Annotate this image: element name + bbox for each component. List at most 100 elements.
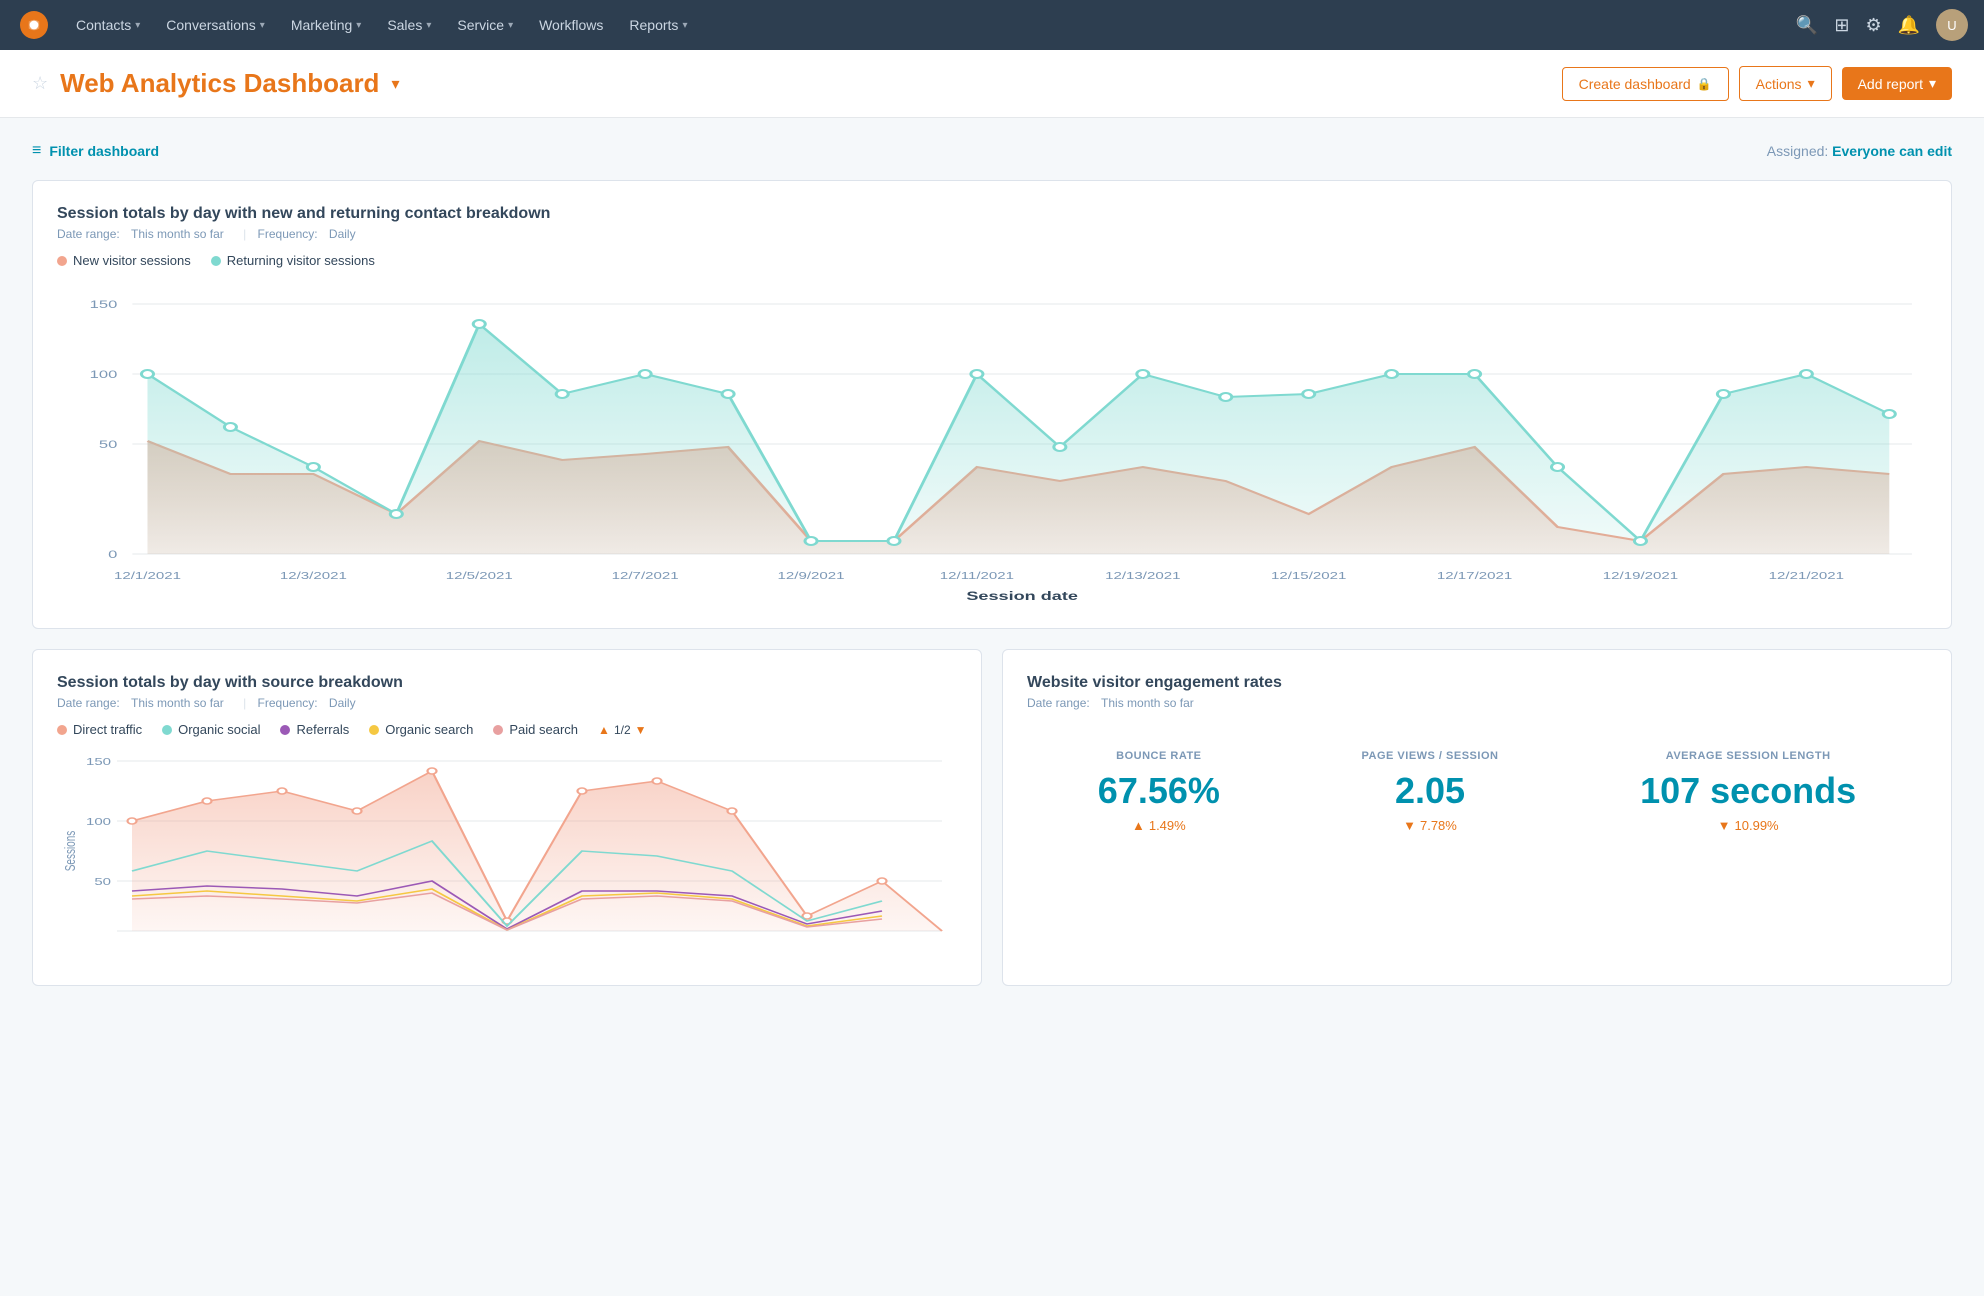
svg-text:12/15/2021: 12/15/2021 xyxy=(1271,570,1346,582)
chart1-svg: 150 100 50 0 xyxy=(57,284,1927,604)
metric-session-length: AVERAGE SESSION LENGTH 107 seconds ▼ 10.… xyxy=(1640,750,1856,833)
nav-right: 🔍 ⊞ ⚙ 🔔 U xyxy=(1796,9,1968,41)
svg-text:12/13/2021: 12/13/2021 xyxy=(1105,570,1180,582)
page-nav[interactable]: ▲ 1/2 ▼ xyxy=(598,723,646,737)
svg-text:100: 100 xyxy=(90,368,118,381)
nav-workflows[interactable]: Workflows xyxy=(527,0,615,50)
session-length-value: 107 seconds xyxy=(1640,770,1856,812)
svg-text:Sessions: Sessions xyxy=(61,831,79,872)
svg-text:12/1/2021: 12/1/2021 xyxy=(114,570,181,582)
svg-text:150: 150 xyxy=(90,298,118,311)
svg-text:50: 50 xyxy=(94,876,111,888)
metric-bounce-rate: BOUNCE RATE 67.56% ▲ 1.49% xyxy=(1098,750,1220,833)
triangle-up-icon: ▲ xyxy=(598,723,610,737)
session-totals-card: Session totals by day with new and retur… xyxy=(32,180,1952,629)
chart1-title: Session totals by day with new and retur… xyxy=(57,205,1927,223)
filter-icon: ≡ xyxy=(32,142,41,160)
create-dashboard-button[interactable]: Create dashboard 🔒 xyxy=(1562,67,1729,101)
chevron-icon: ▾ xyxy=(260,20,265,31)
chart2-title: Session totals by day with source breakd… xyxy=(57,674,957,692)
chart1-subtitle: Date range: This month so far | Frequenc… xyxy=(57,227,1927,241)
filter-bar: ≡ Filter dashboard Assigned: Everyone ca… xyxy=(32,142,1952,160)
legend-dot-new xyxy=(57,256,67,266)
triangle-down-icon: ▼ xyxy=(635,723,647,737)
legend-paid-search: Paid search xyxy=(493,722,578,737)
svg-text:12/11/2021: 12/11/2021 xyxy=(940,570,1014,582)
add-report-button[interactable]: Add report ▾ xyxy=(1842,67,1952,100)
bottom-grid: Session totals by day with source breakd… xyxy=(32,649,1952,1006)
settings-icon[interactable]: ⚙ xyxy=(1865,15,1881,36)
assigned-link[interactable]: Everyone can edit xyxy=(1832,143,1952,159)
notification-icon[interactable]: 🔔 xyxy=(1898,15,1920,36)
svg-text:12/21/2021: 12/21/2021 xyxy=(1769,570,1844,582)
down-arrow-icon: ▼ xyxy=(1718,818,1731,833)
session-length-change: ▼ 10.99% xyxy=(1640,818,1856,833)
nav-conversations[interactable]: Conversations ▾ xyxy=(154,0,277,50)
legend-dot-returning xyxy=(211,256,221,266)
filter-dashboard-button[interactable]: ≡ Filter dashboard xyxy=(32,142,159,160)
legend-dot-organic-social xyxy=(162,725,172,735)
chart2-legend: Direct traffic Organic social Referrals … xyxy=(57,722,957,737)
legend-dot-paid-search xyxy=(493,725,503,735)
legend-returning-visitors: Returning visitor sessions xyxy=(211,253,375,268)
legend-dot-direct xyxy=(57,725,67,735)
svg-text:12/5/2021: 12/5/2021 xyxy=(446,570,513,582)
svg-text:12/3/2021: 12/3/2021 xyxy=(280,570,347,582)
chart1-container: 150 100 50 0 xyxy=(57,284,1927,604)
top-navigation: Contacts ▾ Conversations ▾ Marketing ▾ S… xyxy=(0,0,1984,50)
chevron-icon: ▾ xyxy=(426,20,431,31)
page-header: ☆ Web Analytics Dashboard ▾ Create dashb… xyxy=(0,50,1984,118)
legend-referrals: Referrals xyxy=(280,722,349,737)
bounce-rate-label: BOUNCE RATE xyxy=(1098,750,1220,762)
nav-sales[interactable]: Sales ▾ xyxy=(375,0,443,50)
title-dropdown-icon[interactable]: ▾ xyxy=(391,74,399,94)
page-title-area: ☆ Web Analytics Dashboard ▾ xyxy=(32,68,399,99)
nav-service[interactable]: Service ▾ xyxy=(445,0,525,50)
engagement-card: Website visitor engagement rates Date ra… xyxy=(1002,649,1952,986)
chevron-icon: ▾ xyxy=(356,20,361,31)
chevron-icon: ▾ xyxy=(682,20,687,31)
page-title: Web Analytics Dashboard xyxy=(60,68,379,99)
assigned-area: Assigned: Everyone can edit xyxy=(1767,143,1952,159)
svg-text:12/7/2021: 12/7/2021 xyxy=(612,570,679,582)
nav-marketing[interactable]: Marketing ▾ xyxy=(279,0,374,50)
chart2-subtitle: Date range: This month so far | Frequenc… xyxy=(57,696,957,710)
down-arrow-icon: ▼ xyxy=(1403,818,1416,833)
legend-organic-search: Organic search xyxy=(369,722,473,737)
grid-icon[interactable]: ⊞ xyxy=(1834,15,1849,36)
avatar[interactable]: U xyxy=(1936,9,1968,41)
search-icon[interactable]: 🔍 xyxy=(1796,15,1818,36)
nav-items: Contacts ▾ Conversations ▾ Marketing ▾ S… xyxy=(64,0,1796,50)
engagement-metrics: BOUNCE RATE 67.56% ▲ 1.49% PAGE VIEWS / … xyxy=(1027,750,1927,833)
chevron-icon: ▾ xyxy=(508,20,513,31)
svg-text:0: 0 xyxy=(108,548,117,561)
engagement-subtitle: Date range: This month so far xyxy=(1027,696,1927,710)
page-views-label: PAGE VIEWS / SESSION xyxy=(1362,750,1499,762)
star-icon[interactable]: ☆ xyxy=(32,73,48,94)
legend-direct: Direct traffic xyxy=(57,722,142,737)
nav-contacts[interactable]: Contacts ▾ xyxy=(64,0,152,50)
svg-text:Session date: Session date xyxy=(966,590,1078,603)
chart1-legend: New visitor sessions Returning visitor s… xyxy=(57,253,1927,268)
svg-text:12/9/2021: 12/9/2021 xyxy=(778,570,845,582)
chart2-container: 150 100 50 Sessions xyxy=(57,741,957,961)
svg-text:100: 100 xyxy=(86,816,111,828)
header-actions: Create dashboard 🔒 Actions ▾ Add report … xyxy=(1562,66,1952,101)
engagement-title: Website visitor engagement rates xyxy=(1027,674,1927,692)
page-views-value: 2.05 xyxy=(1362,770,1499,812)
chevron-icon: ▾ xyxy=(135,20,140,31)
svg-text:50: 50 xyxy=(99,438,118,451)
page-views-change: ▼ 7.78% xyxy=(1362,818,1499,833)
hubspot-logo[interactable] xyxy=(16,7,52,43)
svg-text:12/19/2021: 12/19/2021 xyxy=(1603,570,1678,582)
chevron-down-icon: ▾ xyxy=(1929,75,1936,92)
session-length-label: AVERAGE SESSION LENGTH xyxy=(1640,750,1856,762)
actions-button[interactable]: Actions ▾ xyxy=(1739,66,1832,101)
nav-reports[interactable]: Reports ▾ xyxy=(617,0,699,50)
svg-text:12/17/2021: 12/17/2021 xyxy=(1437,570,1512,582)
metric-page-views: PAGE VIEWS / SESSION 2.05 ▼ 7.78% xyxy=(1362,750,1499,833)
bounce-rate-value: 67.56% xyxy=(1098,770,1220,812)
source-breakdown-card: Session totals by day with source breakd… xyxy=(32,649,982,986)
lock-icon: 🔒 xyxy=(1697,77,1712,91)
up-arrow-icon: ▲ xyxy=(1132,818,1145,833)
